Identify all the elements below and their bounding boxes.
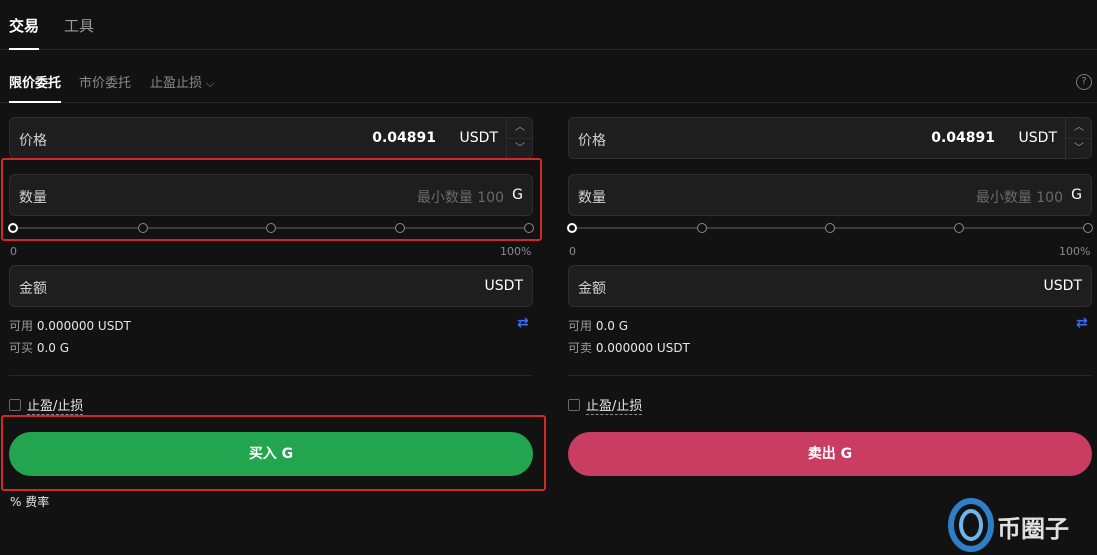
- can-sell-value: 0.000000 USDT: [595, 341, 690, 355]
- available-label: 可用: [568, 319, 593, 333]
- can-sell-label: 可卖: [568, 341, 593, 355]
- divider: [568, 375, 1092, 376]
- buy-panel: 价格 0.04891 USDT ︿ ﹀ 数量 最小数量 100 G 0 100%…: [8, 0, 534, 555]
- slider-max-label: 100%: [500, 245, 532, 258]
- transfer-icon[interactable]: ⇄: [1076, 315, 1088, 331]
- watermark-logo-icon: [948, 498, 994, 552]
- fee-rate[interactable]: % 费率: [10, 493, 49, 510]
- slider-mark-50[interactable]: [825, 223, 835, 233]
- buy-amount-unit: USDT: [484, 278, 523, 294]
- slider-min-label: 0: [10, 245, 17, 258]
- watermark-text: 币圈子: [997, 515, 1069, 543]
- sell-amount-label: 金额: [578, 281, 606, 297]
- sell-amount-field[interactable]: 金额 USDT: [568, 265, 1092, 307]
- price-decrease-icon[interactable]: ﹀: [1066, 139, 1092, 160]
- buy-tp-sl-toggle[interactable]: 止盈/止损: [9, 395, 84, 415]
- fee-label: 费率: [25, 495, 50, 509]
- price-increase-icon[interactable]: ︿: [1066, 118, 1092, 139]
- buy-amount-label: 金额: [19, 281, 47, 297]
- sell-price-label: 价格: [578, 133, 606, 149]
- available-value: 0.000000 USDT: [36, 319, 131, 333]
- sell-available: 可用 0.0 G: [568, 317, 628, 334]
- tp-sl-label: 止盈/止损: [27, 399, 84, 415]
- slider-mark-50[interactable]: [266, 223, 276, 233]
- buy-quantity-label: 数量: [19, 190, 47, 206]
- slider-handle[interactable]: [8, 223, 18, 233]
- price-decrease-icon[interactable]: ﹀: [507, 139, 533, 160]
- available-value: 0.0 G: [595, 319, 629, 333]
- divider: [9, 375, 533, 376]
- can-buy-value: 0.0 G: [36, 341, 70, 355]
- sell-panel: 价格 0.04891 USDT ︿ ﹀ 数量 最小数量 100 G 0 100%…: [567, 0, 1093, 555]
- buy-quantity-field[interactable]: 数量 最小数量 100 G: [9, 174, 533, 216]
- sell-price-stepper: ︿ ﹀: [1065, 118, 1092, 160]
- sell-price-field[interactable]: 价格 0.04891 USDT ︿ ﹀: [568, 117, 1092, 160]
- sell-can-sell: 可卖 0.000000 USDT: [568, 339, 690, 356]
- buy-price-value: 0.04891: [372, 130, 436, 146]
- buy-price-stepper: ︿ ﹀: [506, 118, 533, 160]
- buy-price-unit: USDT: [459, 130, 498, 146]
- slider-mark-25[interactable]: [697, 223, 707, 233]
- buy-amount-field[interactable]: 金额 USDT: [9, 265, 533, 307]
- tp-sl-checkbox[interactable]: [568, 398, 580, 411]
- slider-mark-100[interactable]: [1083, 223, 1093, 233]
- buy-button[interactable]: 买入 G: [9, 432, 533, 476]
- slider-max-label: 100%: [1059, 245, 1091, 258]
- slider-handle[interactable]: [567, 223, 577, 233]
- slider-mark-25[interactable]: [138, 223, 148, 233]
- buy-available: 可用 0.000000 USDT: [9, 317, 131, 334]
- price-increase-icon[interactable]: ︿: [507, 118, 533, 139]
- buy-price-field[interactable]: 价格 0.04891 USDT ︿ ﹀: [9, 117, 533, 160]
- tp-sl-checkbox[interactable]: [9, 398, 21, 411]
- available-label: 可用: [9, 319, 34, 333]
- buy-price-label: 价格: [19, 133, 47, 149]
- slider-mark-75[interactable]: [954, 223, 964, 233]
- percent-icon: %: [10, 495, 22, 509]
- buy-can-buy: 可买 0.0 G: [9, 339, 69, 356]
- sell-price-unit: USDT: [1018, 130, 1057, 146]
- sell-button[interactable]: 卖出 G: [568, 432, 1092, 476]
- sell-quantity-unit: G: [1071, 187, 1082, 203]
- buy-quantity-unit: G: [512, 187, 523, 203]
- sell-price-value: 0.04891: [931, 130, 995, 146]
- slider-mark-100[interactable]: [524, 223, 534, 233]
- sell-quantity-label: 数量: [578, 190, 606, 206]
- can-buy-label: 可买: [9, 341, 34, 355]
- tp-sl-label: 止盈/止损: [586, 399, 643, 415]
- watermark: 币圈子: [945, 495, 1095, 553]
- buy-quantity-placeholder: 最小数量 100: [416, 190, 504, 206]
- sell-quantity-placeholder: 最小数量 100: [975, 190, 1063, 206]
- slider-min-label: 0: [569, 245, 576, 258]
- sell-quantity-field[interactable]: 数量 最小数量 100 G: [568, 174, 1092, 216]
- sell-amount-unit: USDT: [1043, 278, 1082, 294]
- sell-tp-sl-toggle[interactable]: 止盈/止损: [568, 395, 643, 415]
- slider-mark-75[interactable]: [395, 223, 405, 233]
- transfer-icon[interactable]: ⇄: [517, 315, 529, 331]
